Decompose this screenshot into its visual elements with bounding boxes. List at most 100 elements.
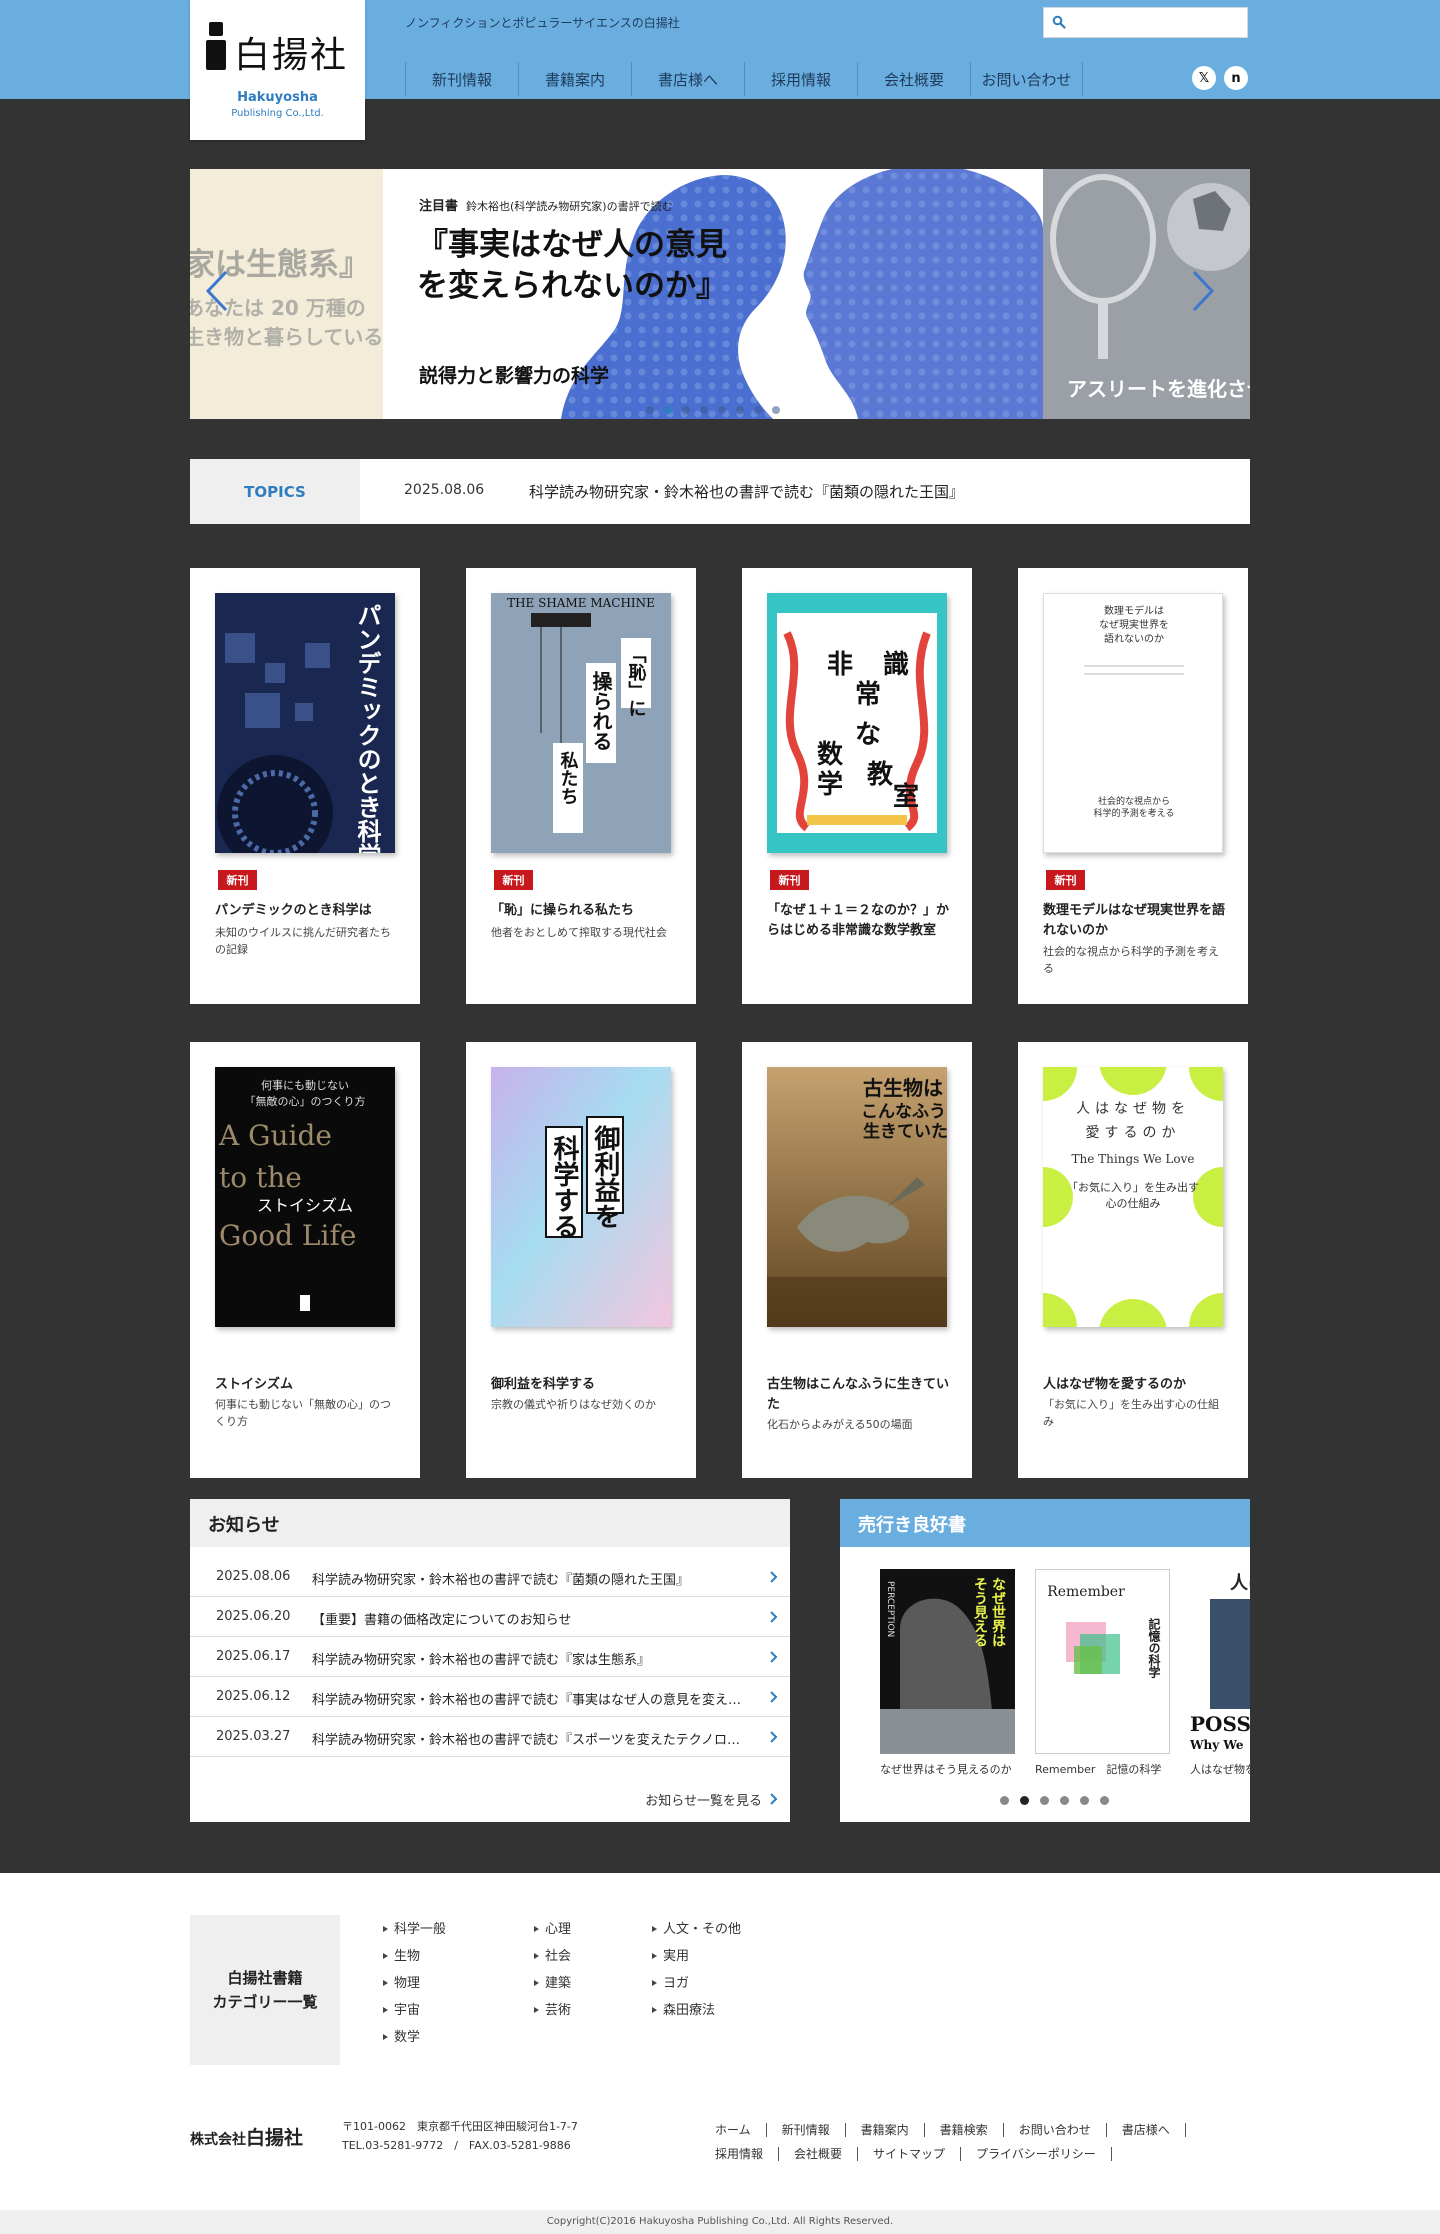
category-link[interactable]: 科学一般 (383, 1918, 446, 1937)
footer-link[interactable]: 書店様へ (1107, 2123, 1186, 2137)
category-label[interactable]: 心理 (545, 1922, 571, 1937)
category-link[interactable]: 建築 (534, 1972, 571, 1991)
book-title[interactable]: 「なぜ１＋１＝２なのか？」からはじめる非常識な数学教室 (767, 901, 952, 941)
book-title[interactable]: ストイシズム (215, 1375, 400, 1395)
category-link[interactable]: 物理 (383, 1972, 420, 1991)
book-title[interactable]: 古生物はこんなふうに生きていた (767, 1375, 952, 1415)
chevron-left-icon[interactable] (204, 269, 230, 313)
book-cover[interactable]: パンデミックのとき科学は (215, 593, 395, 853)
footer-link[interactable]: 書籍案内 (846, 2123, 925, 2137)
category-label[interactable]: 人文・その他 (663, 1922, 741, 1937)
book-cover[interactable]: 非 常 識 な 数 学 教 室 (767, 593, 947, 853)
category-label[interactable]: 宇宙 (394, 2003, 420, 2018)
hero-pagination-dot[interactable] (682, 406, 690, 414)
category-label[interactable]: 数学 (394, 2030, 420, 2045)
topics-link[interactable]: 科学読み物研究家・鈴木裕也の書評で読む『菌類の隠れた王国』 (529, 481, 964, 502)
chevron-right-icon[interactable] (770, 1793, 778, 1805)
hero-slide-current[interactable]: 注目書 鈴木裕也(科学読み物研究家)の書評で読む 『事実はなぜ人の意見を変えられな… (383, 169, 1043, 419)
nav-item-contact[interactable]: お問い合わせ (970, 62, 1083, 96)
hero-pagination-dot[interactable] (772, 406, 780, 414)
category-link[interactable]: 社会 (534, 1945, 571, 1964)
bestseller-pagination-dot[interactable] (1040, 1796, 1049, 1805)
book-cover[interactable]: 御利益を 科学する (491, 1067, 671, 1327)
book-cover[interactable]: 古生物は こんなふうに 生きていた (767, 1067, 947, 1327)
book-card[interactable]: 何事にも動じない 「無敵の心」のつくり方 A Guide to the ストイシ… (190, 1042, 420, 1478)
book-card[interactable]: 非 常 識 な 数 学 教 室 新刊 「なぜ１＋１＝２なのか？」からはじめる非常… (742, 568, 972, 1004)
note-icon[interactable]: n (1224, 66, 1248, 90)
category-link[interactable]: 心理 (534, 1918, 571, 1937)
news-item[interactable]: 2025.06.12 科学読み物研究家・鈴木裕也の書評で読む『事実はなぜ人の意見… (190, 1677, 790, 1717)
news-title[interactable]: 科学読み物研究家・鈴木裕也の書評で読む『家は生態系』 (312, 1649, 752, 1668)
category-link[interactable]: 数学 (383, 2026, 420, 2045)
book-cover[interactable]: 何事にも動じない 「無敵の心」のつくり方 A Guide to the ストイシ… (215, 1067, 395, 1327)
news-title[interactable]: 科学読み物研究家・鈴木裕也の書評で読む『事実はなぜ人の意見を変えられないのか』 (312, 1689, 752, 1708)
news-title[interactable]: 【重要】書籍の価格改定についてのお知らせ (312, 1609, 752, 1628)
book-title[interactable]: パンデミックのとき科学は (215, 901, 400, 921)
book-title[interactable]: 「恥」に操られる私たち (491, 901, 676, 921)
category-label[interactable]: 生物 (394, 1949, 420, 1964)
bestseller-caption[interactable]: 人はなぜ物を (1190, 1761, 1250, 1777)
category-label[interactable]: ヨガ (663, 1976, 689, 1991)
search-icon[interactable] (1052, 15, 1066, 29)
news-title[interactable]: 科学読み物研究家・鈴木裕也の書評で読む『スポーツを変えたテクノロジー』 (312, 1729, 752, 1748)
book-title[interactable]: 人はなぜ物を愛するのか (1043, 1375, 1228, 1395)
book-cover[interactable]: 数理モデルは なぜ現実世界を 語れないのか 社会的な視点から 科学的予測を考える (1043, 593, 1223, 853)
hero-slide-next-peek[interactable]: アスリートを進化させ (1043, 169, 1250, 419)
book-card[interactable]: 古生物は こんなふうに 生きていた 古生物はこんなふうに生きていた 化石からよみ… (742, 1042, 972, 1478)
bestseller-pagination-dot[interactable] (1020, 1796, 1029, 1805)
news-title[interactable]: 科学読み物研究家・鈴木裕也の書評で読む『菌類の隠れた王国』 (312, 1569, 752, 1588)
book-card[interactable]: THE SHAME MACHINE 操られる 「恥」に 私たち 新刊 「恥」に操… (466, 568, 696, 1004)
book-card[interactable]: 人はなぜ物を 愛するのか The Things We Love 「お気に入り」を… (1018, 1042, 1248, 1478)
news-item[interactable]: 2025.08.06 科学読み物研究家・鈴木裕也の書評で読む『菌類の隠れた王国』 (190, 1557, 790, 1597)
hero-slider[interactable]: 家は生態系』 あなたは 20 万種の 生き物と暮らしている 注目書 鈴木裕也(科学… (190, 169, 1250, 419)
nav-item-new-releases[interactable]: 新刊情報 (405, 62, 518, 96)
book-title[interactable]: 御利益を科学する (491, 1375, 676, 1395)
news-more-label[interactable]: お知らせ一覧を見る (645, 1794, 762, 1809)
hero-pagination-dot[interactable] (754, 406, 762, 414)
site-logo[interactable]: 白揚社 Hakuyosha Publishing Co.,Ltd. (190, 0, 365, 140)
bestseller-pagination-dot[interactable] (1100, 1796, 1109, 1805)
news-item[interactable]: 2025.06.17 科学読み物研究家・鈴木裕也の書評で読む『家は生態系』 (190, 1637, 790, 1677)
nav-item-company[interactable]: 会社概要 (857, 62, 970, 96)
category-label[interactable]: 実用 (663, 1949, 689, 1964)
hero-pagination-dot[interactable] (700, 406, 708, 414)
footer-link[interactable]: サイトマップ (858, 2147, 962, 2161)
footer-link[interactable]: プライバシーポリシー (961, 2147, 1112, 2161)
book-title[interactable]: 数理モデルはなぜ現実世界を語れないのか (1043, 901, 1228, 941)
category-link[interactable]: 人文・その他 (652, 1918, 741, 1937)
bestseller-caption[interactable]: Remember 記憶の科学 (1035, 1761, 1161, 1777)
category-label[interactable]: 森田療法 (663, 2003, 715, 2018)
bestseller-pagination-dot[interactable] (1080, 1796, 1089, 1805)
hero-pagination-dot[interactable] (718, 406, 726, 414)
category-link[interactable]: 宇宙 (383, 1999, 420, 2018)
book-cover[interactable]: THE SHAME MACHINE 操られる 「恥」に 私たち (491, 593, 671, 853)
book-cover[interactable]: 人はなぜ物を 愛するのか The Things We Love 「お気に入り」を… (1043, 1067, 1223, 1327)
topics-bar[interactable]: TOPICS 2025.08.06 科学読み物研究家・鈴木裕也の書評で読む『菌類… (190, 459, 1250, 524)
bestseller-caption[interactable]: なぜ世界はそう見えるのか (880, 1761, 1012, 1777)
category-link[interactable]: 芸術 (534, 1999, 571, 2018)
category-label[interactable]: 芸術 (545, 2003, 571, 2018)
news-item[interactable]: 2025.06.20 【重要】書籍の価格改定についてのお知らせ (190, 1597, 790, 1637)
hero-pagination-dot[interactable] (664, 406, 672, 414)
book-card[interactable]: 御利益を 科学する 御利益を科学する 宗教の儀式や祈りはなぜ効くのか (466, 1042, 696, 1478)
category-label[interactable]: 物理 (394, 1976, 420, 1991)
category-link[interactable]: 生物 (383, 1945, 420, 1964)
search-input[interactable] (1072, 11, 1242, 34)
bestseller-cover[interactable]: Remember 記憶の科学 (1035, 1569, 1170, 1754)
footer-link[interactable]: お問い合わせ (1004, 2123, 1107, 2137)
footer-link[interactable]: 書籍検索 (925, 2123, 1004, 2137)
bestseller-cover[interactable]: 人は POSS Why We (1190, 1569, 1250, 1754)
nav-item-recruit[interactable]: 採用情報 (744, 62, 857, 96)
search-box[interactable] (1043, 7, 1248, 38)
category-link[interactable]: ヨガ (652, 1972, 689, 1991)
category-link[interactable]: 森田療法 (652, 1999, 715, 2018)
x-icon[interactable]: 𝕏 (1192, 66, 1216, 90)
bestseller-cover[interactable]: PERCEPTION なぜ世界は そう見える (880, 1569, 1015, 1754)
footer-link[interactable]: ホーム (705, 2123, 767, 2137)
nav-item-bookstores[interactable]: 書店様へ (631, 62, 744, 96)
chevron-right-icon[interactable] (770, 1651, 778, 1663)
news-item[interactable]: 2025.03.27 科学読み物研究家・鈴木裕也の書評で読む『スポーツを変えたテ… (190, 1717, 790, 1757)
footer-link[interactable]: 会社概要 (779, 2147, 859, 2161)
chevron-right-icon[interactable] (770, 1691, 778, 1703)
hero-pagination-dot[interactable] (646, 406, 654, 414)
